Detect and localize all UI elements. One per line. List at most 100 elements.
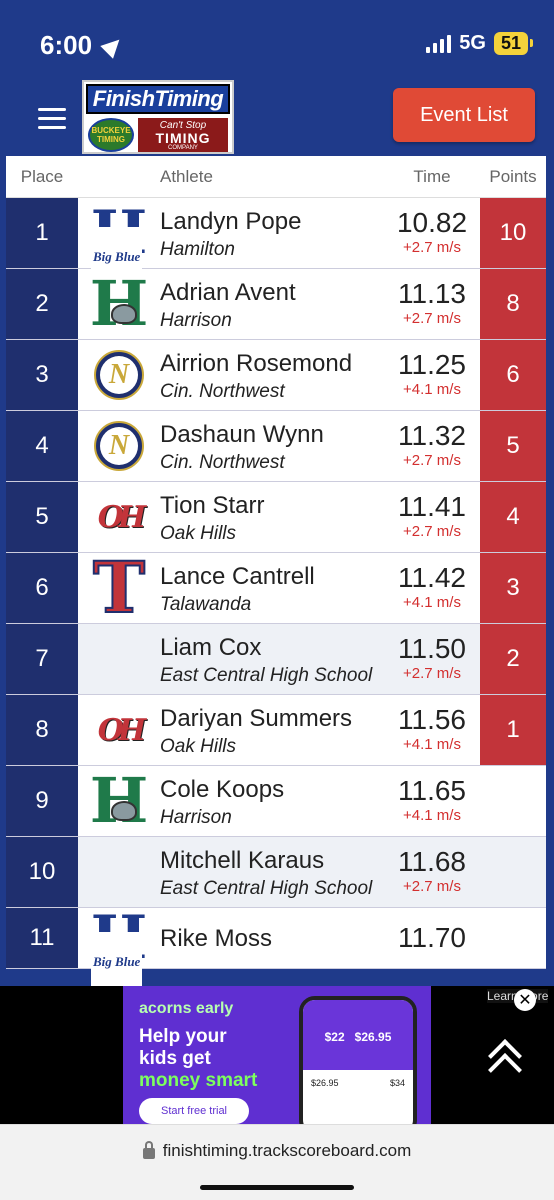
athlete-cell[interactable]: Dariyan Summers Oak Hills <box>160 695 384 765</box>
athlete-name[interactable]: Lance Cantrell <box>160 561 384 593</box>
status-time: 6:00 <box>40 30 126 61</box>
school-logo-cell: HBig Blue <box>78 198 160 287</box>
points-cell: 6 <box>480 340 546 410</box>
expand-chevron-icon[interactable] <box>488 1036 522 1087</box>
column-place[interactable]: Place <box>6 167 78 187</box>
place-cell: 6 <box>6 553 78 623</box>
battery-icon: 51 <box>493 32 534 55</box>
table-body: 1HBig BlueLandyn PopeHamilton10.82+2.7 m… <box>6 198 546 986</box>
table-row[interactable]: 2HAdrian AventHarrison11.13+2.7 m/s8 <box>6 269 546 340</box>
time-cell: 11.13 +2.7 m/s <box>384 269 480 339</box>
place-cell: 7 <box>6 624 78 694</box>
time-value: 11.13 <box>398 278 466 309</box>
buckeye-timing-logo: BUCKEYE TIMING <box>88 118 134 152</box>
wind-value: +4.1 m/s <box>403 736 461 753</box>
time-cell: 11.41 +2.7 m/s <box>384 482 480 552</box>
url-display[interactable]: finishtiming.trackscoreboard.com <box>0 1141 554 1161</box>
athlete-cell[interactable]: Adrian Avent Harrison <box>160 269 384 339</box>
points-cell: 4 <box>480 482 546 552</box>
wind-value: +4.1 m/s <box>403 594 461 611</box>
column-athlete[interactable]: Athlete <box>78 167 384 187</box>
status-right: 5G 51 <box>426 32 534 55</box>
time-value: 11.70 <box>398 922 466 953</box>
athlete-cell[interactable]: Lance Cantrell Talawanda <box>160 553 384 623</box>
athlete-cell[interactable]: Tion Starr Oak Hills <box>160 482 384 552</box>
ad-trial-button[interactable]: Start free trial <box>139 1098 249 1124</box>
table-header: Place Athlete Time Points <box>6 156 546 198</box>
ad-banner[interactable]: acorns early Help your kids get money sm… <box>0 986 554 1124</box>
athlete-cell[interactable]: Landyn Pope Hamilton <box>160 198 384 268</box>
logo-right-line3: COMPANY <box>168 145 198 151</box>
time-value: 11.68 <box>398 846 466 877</box>
table-row[interactable]: 3 N Airrion Rosemond Cin. Northwest 11.25 +4.… <box>6 340 546 411</box>
place-cell: 8 <box>6 695 78 765</box>
wind-value: +2.7 m/s <box>403 452 461 469</box>
time-value: 10.82 <box>396 207 468 238</box>
school-logo-cell: OH <box>78 695 160 765</box>
logo-title: FinishTiming <box>86 84 230 114</box>
ad-close-icon[interactable]: ✕ <box>514 989 536 1011</box>
table-row[interactable]: 10 Mitchell Karaus East Central High Schoo… <box>6 837 546 908</box>
finishtiming-logo[interactable]: FinishTiming BUCKEYE TIMING Can't Stop T… <box>82 80 234 154</box>
athlete-cell[interactable]: Mitchell Karaus East Central High School <box>160 837 384 907</box>
athlete-cell[interactable]: Liam Cox East Central High School <box>160 624 384 694</box>
points-cell: 3 <box>480 553 546 623</box>
time-value: 11.41 <box>398 491 466 522</box>
table-row[interactable]: 4 N Dashaun Wynn Cin. Northwest 11.32 +2.7 m/… <box>6 411 546 482</box>
athlete-name[interactable]: Adrian Avent <box>160 277 384 309</box>
column-time[interactable]: Time <box>384 167 480 187</box>
time-value: 11.42 <box>398 562 466 593</box>
athlete-cell[interactable]: Dashaun Wynn Cin. Northwest <box>160 411 384 481</box>
wind-value: +2.7 m/s <box>403 310 461 327</box>
athlete-name[interactable]: Airrion Rosemond <box>160 348 384 380</box>
ad-headline-line1: Help your <box>139 1026 227 1047</box>
place-cell: 11 <box>6 908 78 968</box>
table-row[interactable]: 7 Liam Cox East Central High School 11.50 +2… <box>6 624 546 695</box>
table-row[interactable]: 5 OH Tion Starr Oak Hills 11.41 +2.7 m/s 4 <box>6 482 546 553</box>
table-row[interactable]: 1HBig BlueLandyn PopeHamilton10.82+2.7 m… <box>6 198 546 287</box>
place-cell: 2 <box>6 269 78 339</box>
column-points[interactable]: Points <box>480 167 546 187</box>
school-logo-cell: HBig Blue <box>78 908 160 986</box>
ad-phone-screen: $22 $26.95 <box>303 1000 413 1070</box>
ad-creative[interactable]: acorns early Help your kids get money sm… <box>123 986 431 1124</box>
table-row[interactable]: 9HCole KoopsHarrison11.65+4.1 m/s <box>6 766 546 837</box>
ad-phone-amount-2: $26.95 <box>354 1030 392 1044</box>
oak-hills-logo-icon: OH <box>97 712 146 748</box>
athlete-name[interactable]: Liam Cox <box>160 632 384 664</box>
menu-icon[interactable] <box>38 108 66 129</box>
athlete-name[interactable]: Dashaun Wynn <box>160 419 384 451</box>
table-row[interactable]: 11HBig Blue Rike Moss 11.70 <box>6 908 546 986</box>
athlete-cell[interactable]: Rike Moss <box>160 908 384 968</box>
athlete-name[interactable]: Dariyan Summers <box>160 703 384 735</box>
school-logo-cell: T <box>78 552 160 624</box>
athlete-name[interactable]: Cole Koops <box>160 774 384 806</box>
place-cell: 10 <box>6 837 78 907</box>
table-row[interactable]: 8 OH Dariyan Summers Oak Hills 11.56 +4.1 m/s… <box>6 695 546 766</box>
site-header: FinishTiming BUCKEYE TIMING Can't Stop T… <box>0 78 554 156</box>
athlete-name[interactable]: Landyn Pope <box>160 206 384 238</box>
place-cell: 4 <box>6 411 78 481</box>
points-cell: 2 <box>480 624 546 694</box>
athlete-school: East Central High School <box>160 878 373 899</box>
athlete-name[interactable]: Mitchell Karaus <box>160 845 384 877</box>
athlete-cell[interactable]: Airrion Rosemond Cin. Northwest <box>160 340 384 410</box>
network-type: 5G <box>459 32 486 54</box>
athlete-name[interactable]: Tion Starr <box>160 490 384 522</box>
time-cell: 11.32 +2.7 m/s <box>384 411 480 481</box>
athlete-cell[interactable]: Cole Koops Harrison <box>160 766 384 836</box>
athlete-name[interactable]: Rike Moss <box>160 923 384 955</box>
ad-brand: acorns early <box>139 1000 234 1017</box>
time-cell: 11.70 <box>384 908 480 968</box>
school-logo-cell <box>78 837 160 907</box>
home-indicator[interactable] <box>200 1185 354 1190</box>
wind-value: +4.1 m/s <box>403 807 461 824</box>
ad-phone-small-1: $26.95 <box>311 1078 339 1088</box>
athlete-school: Cin. Northwest <box>160 452 285 473</box>
url-text: finishtiming.trackscoreboard.com <box>162 1141 412 1160</box>
table-row[interactable]: 6 T Lance Cantrell Talawanda 11.42 +4.1 m/s 3 <box>6 552 546 624</box>
event-list-button[interactable]: Event List <box>393 88 535 142</box>
ad-headline: Help your kids get money smart <box>139 1026 289 1092</box>
logo-right-line2: TIMING <box>155 130 211 146</box>
time-value: 11.65 <box>398 775 466 806</box>
